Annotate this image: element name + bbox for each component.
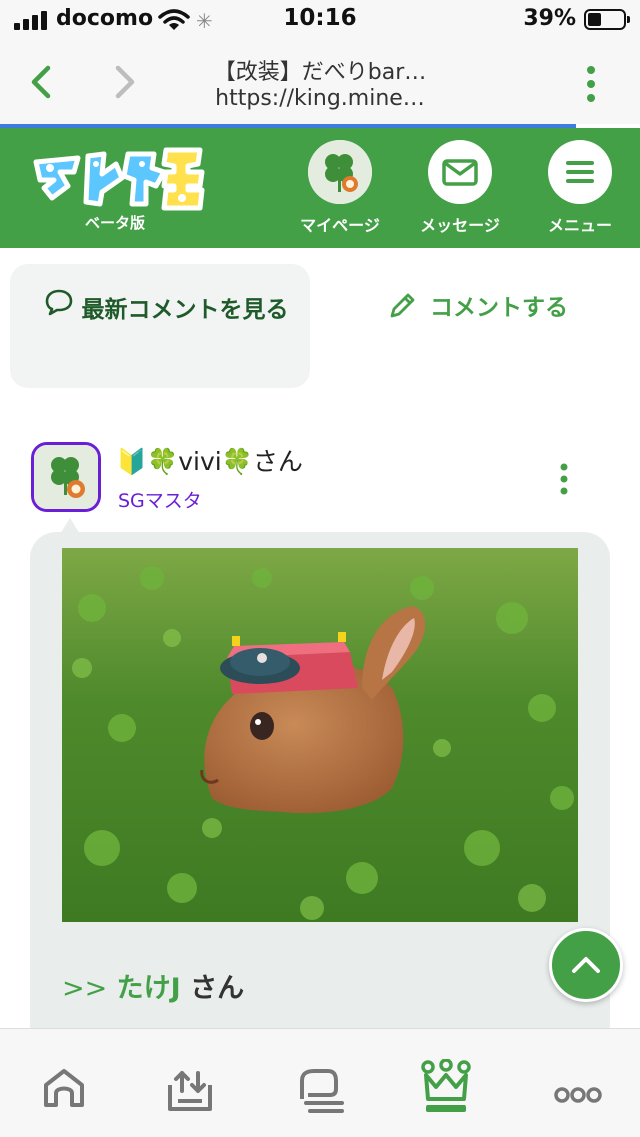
site-logo[interactable]: [30, 142, 210, 218]
reply-user-name[interactable]: たけJ: [117, 973, 181, 1004]
mypage-button[interactable]: マイページ: [280, 140, 400, 236]
crown-icon[interactable]: [416, 1059, 476, 1119]
user-name-line[interactable]: 🔰🍀vivi🍀さん: [116, 442, 303, 478]
upload-icon[interactable]: [160, 1059, 220, 1119]
chevron-up-icon: [572, 957, 600, 973]
chevron-right-icon[interactable]: [104, 60, 144, 104]
bottom-navigation: [0, 1028, 640, 1137]
scroll-to-top-button[interactable]: [549, 928, 623, 1002]
pencil-icon: [390, 293, 415, 318]
more-horizontal-icon[interactable]: [548, 1059, 608, 1119]
chevron-left-icon[interactable]: [22, 60, 62, 104]
url-address[interactable]: https://king.mine…: [150, 86, 490, 111]
envelope-icon: [442, 159, 478, 186]
more-vertical-icon[interactable]: [576, 64, 606, 104]
avatar: [308, 140, 372, 204]
menu-button[interactable]: メニュー: [520, 140, 640, 236]
user-rank-badge: SGマスタ: [118, 490, 202, 512]
home-icon[interactable]: [34, 1059, 94, 1119]
user-name-prefix: 🔰🍀: [116, 447, 179, 476]
mypage-label: マイページ: [300, 216, 380, 235]
post-comment-label: コメントする: [430, 295, 568, 321]
message-button[interactable]: メッセージ: [400, 140, 520, 236]
page-title[interactable]: 【改装】だべりbar…: [150, 54, 490, 86]
latest-comments-label: 最新コメントを見る: [81, 297, 289, 323]
reply-arrow: >>: [62, 973, 108, 1004]
threads-icon[interactable]: [290, 1059, 350, 1119]
site-header: ベータ版 マイページ メッセージ メニュー: [0, 128, 640, 248]
post-photo[interactable]: [62, 548, 578, 922]
message-label: メッセージ: [420, 216, 500, 235]
menu-label: メニュー: [547, 216, 612, 235]
post-comment-button[interactable]: コメントする: [386, 284, 586, 328]
post-more-vertical-icon[interactable]: [550, 460, 578, 500]
reply-suffix: さん: [190, 973, 245, 1004]
logo-subtitle: ベータ版: [84, 214, 145, 232]
status-bar: docomo ✳ 10:16 39%: [0, 0, 640, 40]
browser-toolbar: 【改装】だべりbar… https://king.mine…: [0, 40, 640, 124]
user-name-suffix: 🍀さん: [221, 447, 303, 476]
hamburger-menu-icon: [566, 161, 594, 183]
user-avatar[interactable]: [31, 442, 101, 512]
latest-comments-button[interactable]: 最新コメントを見る: [10, 264, 310, 388]
battery-icon: [584, 9, 630, 30]
user-name: vivi: [178, 447, 222, 476]
battery-percent: 39%: [523, 6, 576, 31]
reply-mention[interactable]: >> たけJ さん: [62, 966, 244, 1005]
bubble-tail: [60, 518, 80, 534]
